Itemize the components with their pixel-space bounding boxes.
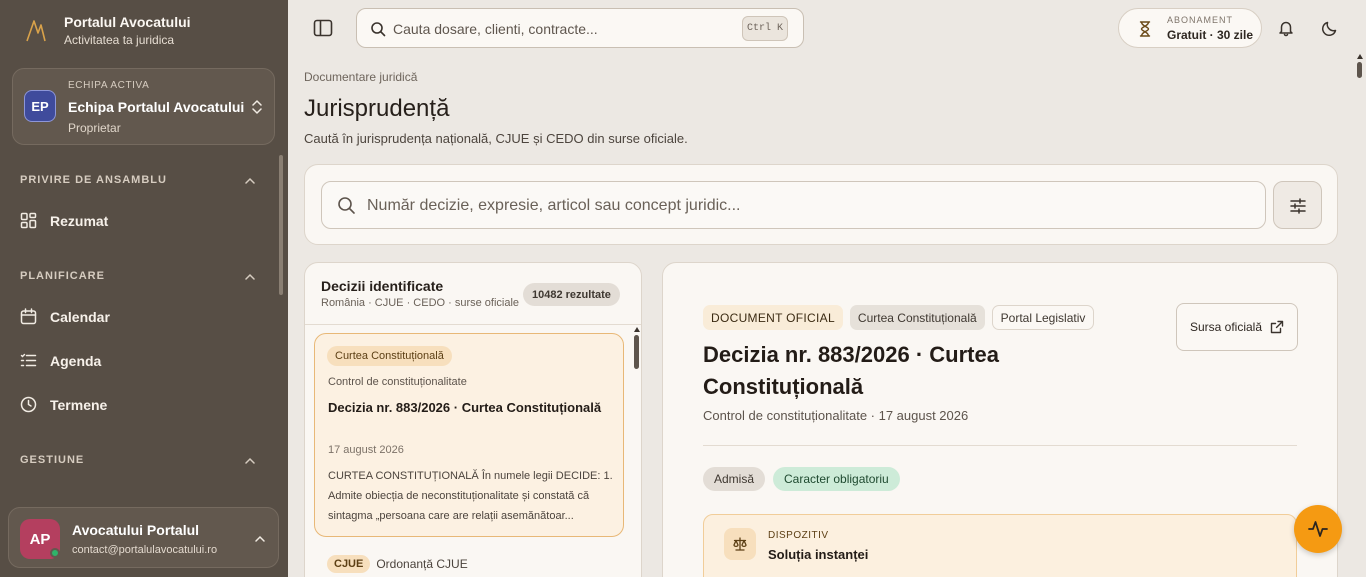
page-subtitle: Caută în jurisprudența națională, CJUE ș…: [304, 131, 688, 146]
detail-chips: DOCUMENT OFICIAL Curtea Constituțională …: [703, 305, 1095, 330]
status-badge: Admisă: [703, 467, 766, 491]
results-subtitle: România · CJUE · CEDO · surse oficiale: [321, 297, 520, 309]
bell-icon[interactable]: [1277, 19, 1295, 37]
subscription-label: ABONAMENT: [1167, 15, 1234, 25]
sidebar-item-agenda[interactable]: Agenda: [20, 352, 101, 369]
team-switcher[interactable]: EP ECHIPA ACTIVA Echipa Portalul Avocatu…: [12, 68, 275, 145]
results-count-badge: 10482 rezultate: [523, 283, 620, 306]
result-date: 17 august 2026: [328, 444, 404, 456]
sidebar-item-termene[interactable]: Termene: [20, 396, 107, 413]
global-search-input[interactable]: [393, 18, 733, 40]
sidebar-item-rezumat[interactable]: Rezumat: [20, 212, 108, 229]
brand-logo-icon: [26, 19, 46, 41]
brand[interactable]: Portalul Avocatului Activitatea ta jurid…: [22, 14, 191, 47]
official-source-label: Sursa oficială: [1189, 320, 1263, 334]
activity-fab-button[interactable]: [1294, 505, 1342, 553]
page-scrollbar[interactable]: [1357, 62, 1362, 78]
sliders-icon: [1290, 198, 1306, 214]
divider: [703, 445, 1297, 446]
sidebar-toggle-icon[interactable]: [312, 17, 334, 39]
chevron-up-down-icon: [252, 100, 262, 114]
jurisprudence-search-panel: [304, 164, 1338, 245]
dispositiv-icon-box: [724, 528, 756, 560]
breadcrumb[interactable]: Documentare juridică: [304, 70, 417, 84]
user-name: Avocatului Portalul: [72, 522, 200, 538]
calendar-icon: [20, 308, 37, 325]
source-chip: Portal Legislativ: [991, 305, 1095, 330]
keyboard-shortcut-badge: Ctrl K: [742, 16, 788, 41]
dispositiv-title: Soluția instanței: [768, 547, 869, 562]
result-type: Control de constituționalitate: [328, 376, 467, 388]
team-label: ECHIPA ACTIVA: [68, 80, 150, 91]
section-heading-management[interactable]: GESTIUNE: [20, 454, 84, 466]
results-title: Decizii identificate: [321, 278, 444, 294]
scroll-up-arrow-icon[interactable]: [1357, 54, 1363, 59]
sidebar-item-label: Rezumat: [50, 212, 109, 229]
subscription-value: Gratuit · 30 zile: [1167, 28, 1254, 42]
search-icon: [338, 197, 355, 214]
chevron-up-icon[interactable]: [244, 175, 256, 187]
moon-icon[interactable]: [1321, 19, 1339, 37]
official-source-button[interactable]: Sursa oficială: [1176, 303, 1298, 351]
result-title: Decizia nr. 883/2026 · Curtea Constituți…: [328, 400, 602, 415]
decision-meta: Control de constituționalitate · 17 augu…: [703, 408, 969, 423]
activity-pulse-icon: [1308, 521, 1328, 537]
jurisprudence-search-input[interactable]: [367, 195, 1247, 217]
jurisprudence-search[interactable]: [321, 181, 1266, 229]
result-type: Ordonanță CJUE: [376, 557, 468, 571]
dispositiv-label: DISPOZITIV: [768, 530, 829, 541]
brand-title: Portalul Avocatului: [64, 14, 191, 30]
court-chip: Curtea Constituțională: [849, 305, 985, 330]
team-name: Echipa Portalul Avocatului: [68, 99, 245, 115]
result-snippet: CURTEA CONSTITUȚIONALĂ În numele legii D…: [328, 470, 613, 522]
scales-icon: [733, 537, 747, 551]
sidebar-scrollbar[interactable]: [279, 155, 283, 295]
filters-button[interactable]: [1273, 181, 1322, 229]
online-status-dot: [50, 548, 60, 558]
clock-icon: [20, 396, 37, 413]
section-heading-overview[interactable]: PRIVIRE DE ANSAMBLU: [20, 174, 167, 186]
scroll-up-arrow-icon[interactable]: [634, 326, 640, 332]
sidebar-item-label: Agenda: [50, 352, 102, 369]
decision-detail-panel: DOCUMENT OFICIAL Curtea Constituțională …: [662, 262, 1338, 577]
team-role: Proprietar: [68, 121, 121, 135]
sidebar: Portalul Avocatului Activitatea ta jurid…: [0, 0, 288, 577]
sidebar-item-calendar[interactable]: Calendar: [20, 308, 110, 325]
user-email: contact@portalulavocatului.ro: [72, 544, 218, 556]
result-card-selected[interactable]: Curtea Constituțională Control de consti…: [314, 333, 624, 537]
page-title: Jurisprudență: [304, 95, 450, 122]
chevron-up-icon[interactable]: [244, 271, 256, 283]
dashboard-grid-icon: [20, 212, 37, 229]
chevron-up-icon: [255, 535, 265, 542]
brand-subtitle: Activitatea ta juridica: [64, 33, 175, 47]
subscription-pill[interactable]: ABONAMENT Gratuit · 30 zile: [1118, 8, 1262, 48]
sidebar-item-label: Termene: [50, 396, 108, 413]
court-tag: Curtea Constituțională: [327, 346, 452, 366]
results-scrollbar[interactable]: [634, 335, 639, 369]
list-icon: [20, 353, 37, 367]
status-badge: Caracter obligatoriu: [773, 467, 900, 491]
decision-statuses: Admisă Caracter obligatoriu: [703, 467, 900, 491]
chevron-up-icon[interactable]: [244, 455, 256, 467]
user-menu[interactable]: AP Avocatului Portalul contact@portalula…: [8, 507, 279, 568]
team-avatar: EP: [24, 90, 56, 122]
document-type-chip: DOCUMENT OFICIAL: [703, 305, 843, 330]
section-heading-planning[interactable]: PLANIFICARE: [20, 270, 105, 282]
dispositiv-section: DISPOZITIV Soluția instanței: [703, 514, 1297, 577]
global-search[interactable]: Ctrl K: [356, 8, 804, 48]
search-icon: [371, 22, 386, 37]
result-card[interactable]: CJUE Ordonanță CJUE: [327, 555, 468, 573]
sidebar-item-label: Calendar: [50, 308, 110, 325]
divider: [305, 324, 641, 325]
court-tag: CJUE: [327, 555, 371, 573]
decision-title: Decizia nr. 883/2026 · Curtea Constituți…: [703, 342, 999, 399]
results-panel: Decizii identificate România · CJUE · CE…: [304, 262, 642, 577]
hourglass-icon: [1139, 21, 1151, 37]
external-link-icon: [1270, 320, 1284, 334]
